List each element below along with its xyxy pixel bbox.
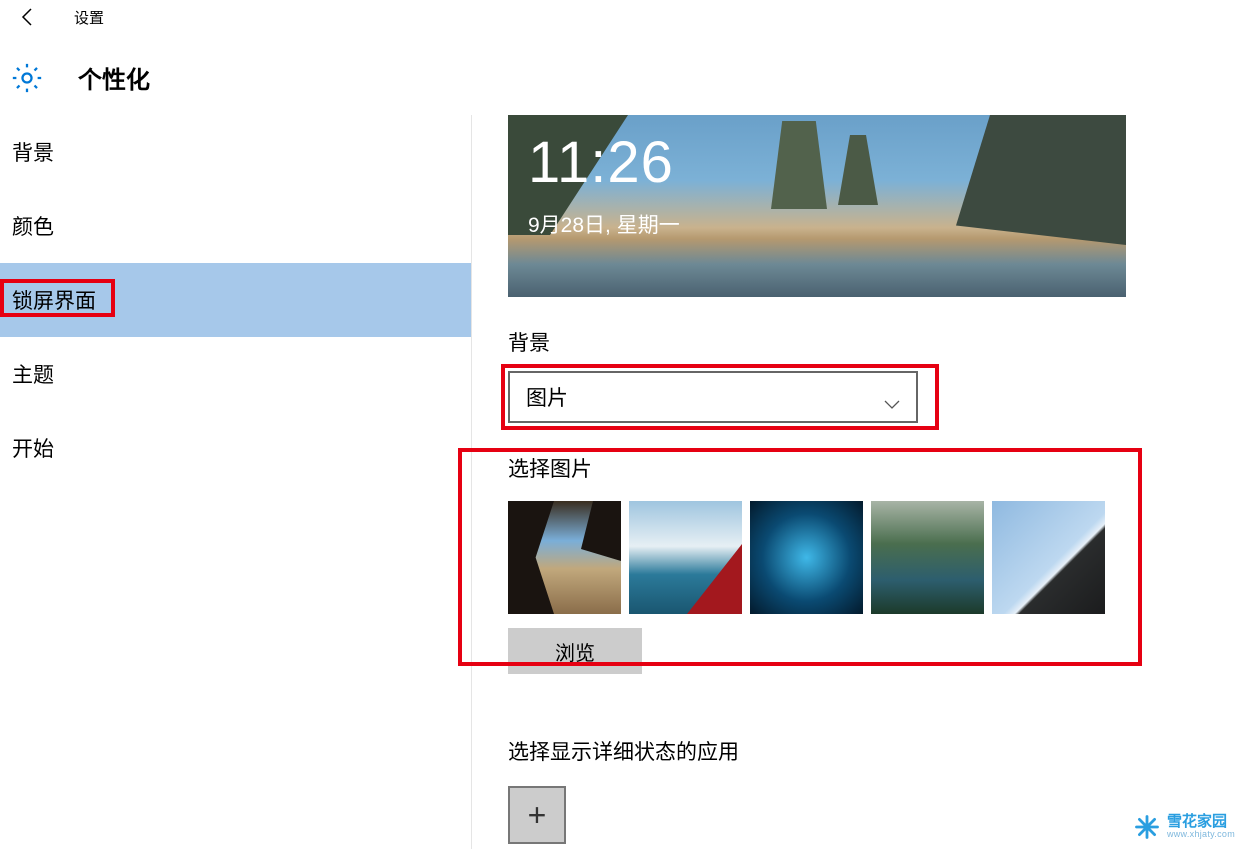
sidebar-item-start[interactable]: 开始 [0,411,471,485]
lockscreen-preview: 11:26 9月28日, 星期一 [508,115,1126,297]
preview-decor-icon [771,121,827,209]
browse-button[interactable]: 浏览 [508,628,642,674]
subheader: 个性化 [0,34,1245,115]
sidebar-item-label: 主题 [12,364,54,387]
preview-decor-icon [838,135,878,205]
gear-icon [10,61,44,95]
header-title: 设置 [74,7,104,28]
chevron-down-icon [884,392,900,402]
sidebar: 背景 颜色 锁屏界面 主题 开始 [0,115,472,849]
detail-status-label: 选择显示详细状态的应用 [508,736,1245,766]
sidebar-item-background[interactable]: 背景 [0,115,471,189]
sidebar-item-label: 开始 [12,438,54,461]
plus-icon: + [528,797,547,834]
image-thumbnail[interactable] [750,501,863,614]
image-thumbnail[interactable] [992,501,1105,614]
image-thumbnail[interactable] [871,501,984,614]
sidebar-item-color[interactable]: 颜色 [0,189,471,263]
page-title: 个性化 [78,60,150,95]
thumbnail-row [508,501,1192,614]
preview-time: 11:26 [528,129,674,196]
watermark-text: 雪花家园 www.xhjaty.com [1167,814,1235,840]
choose-image-label: 选择图片 [508,453,1192,483]
back-arrow-icon[interactable] [16,5,40,29]
background-dropdown[interactable]: 图片 [508,371,918,423]
watermark-name: 雪花家园 [1167,814,1235,831]
sidebar-item-lockscreen[interactable]: 锁屏界面 [0,263,471,337]
watermark-url: www.xhjaty.com [1167,830,1235,840]
sidebar-item-label: 颜色 [12,216,54,239]
header-bar: 设置 [0,0,1245,34]
image-thumbnail[interactable] [508,501,621,614]
preview-decor-icon [956,115,1126,245]
background-dropdown-wrap: 图片 [508,371,932,423]
preview-date: 9月28日, 星期一 [528,209,680,239]
dropdown-value: 图片 [526,382,568,412]
sidebar-item-theme[interactable]: 主题 [0,337,471,411]
add-app-button[interactable]: + [508,786,566,844]
main-panel: 11:26 9月28日, 星期一 背景 图片 选择图片 浏览 [472,115,1245,849]
choose-image-section: 选择图片 浏览 [508,453,1192,674]
sidebar-item-label: 锁屏界面 [12,290,96,313]
image-thumbnail[interactable] [629,501,742,614]
sidebar-item-label: 背景 [12,142,54,165]
background-label: 背景 [508,327,1245,357]
content-area: 背景 颜色 锁屏界面 主题 开始 11:26 9月28日, 星期一 背景 图片 [0,115,1245,849]
snowflake-icon [1133,813,1161,841]
watermark: 雪花家园 www.xhjaty.com [1133,813,1235,841]
